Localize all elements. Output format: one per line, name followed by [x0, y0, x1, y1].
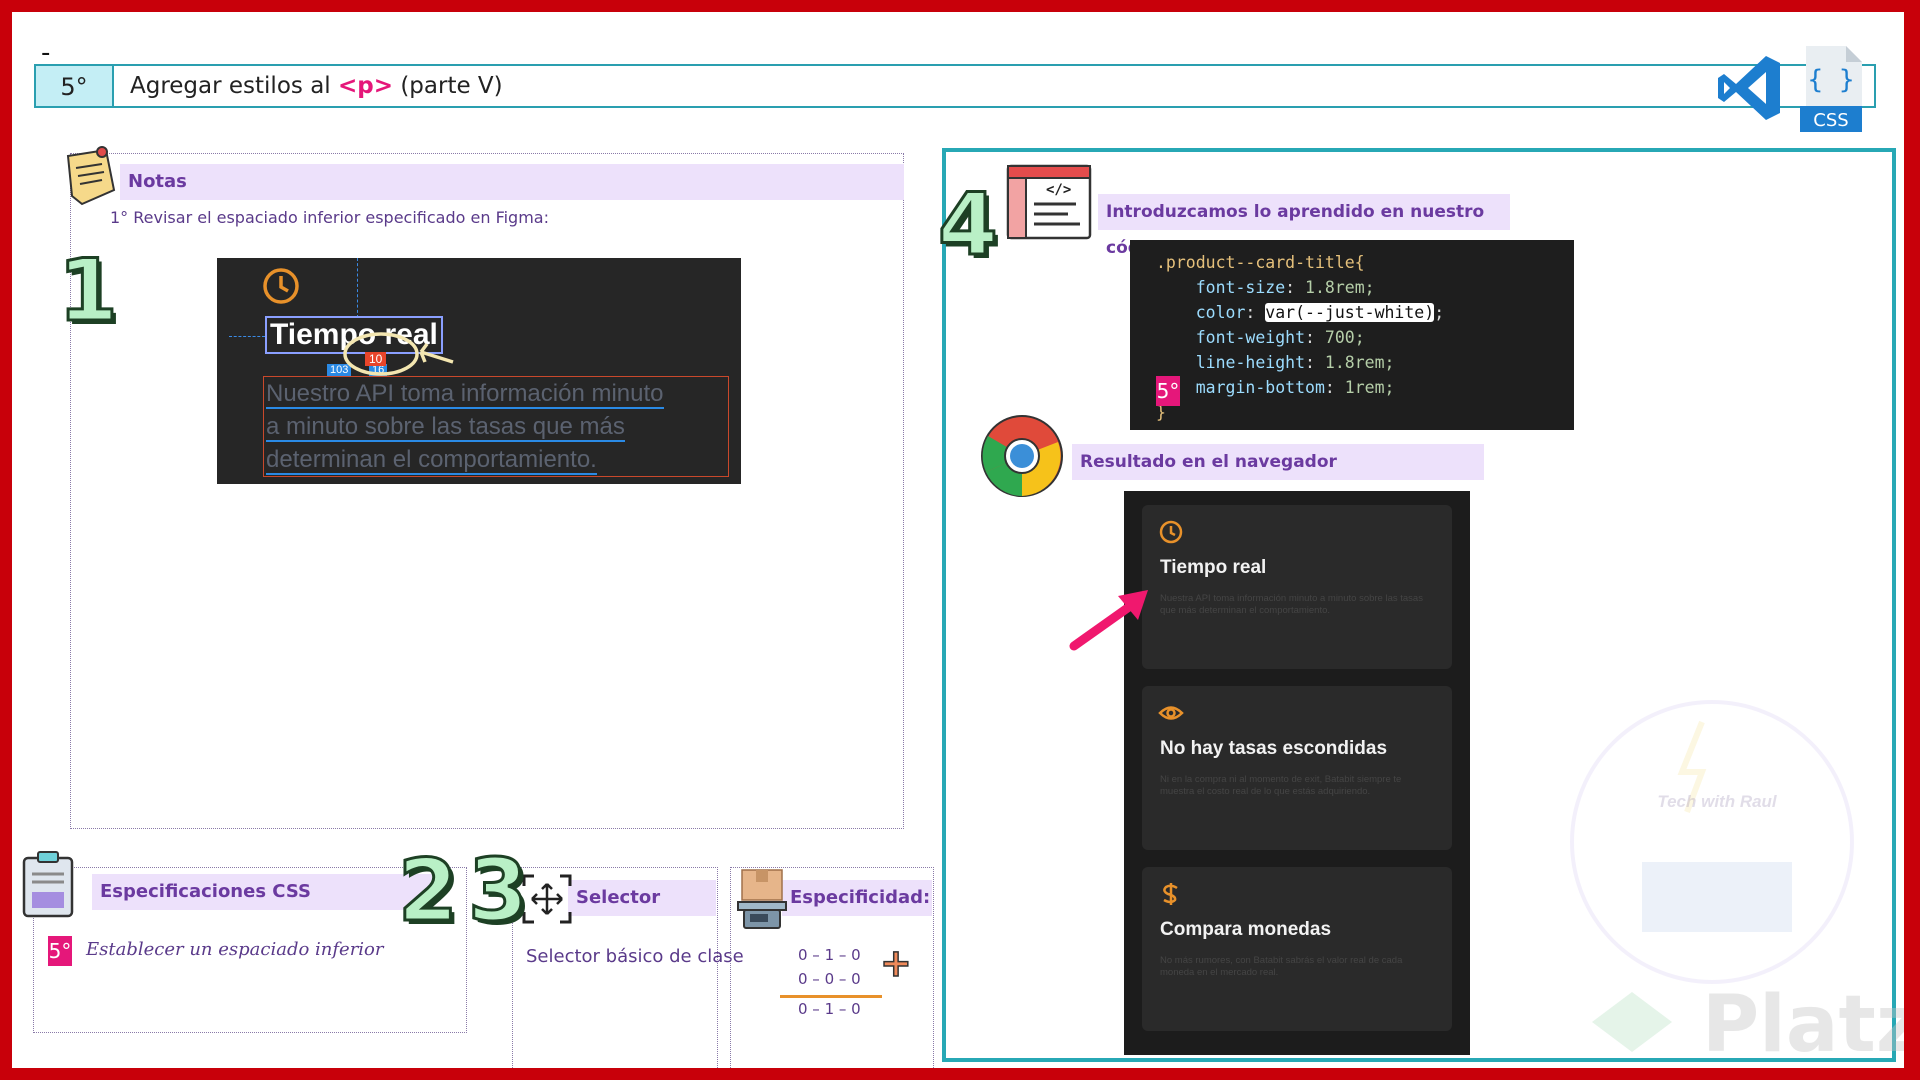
feature-card-title: No hay tasas escondidas [1160, 738, 1388, 759]
feature-card: Tiempo real Nuestra API toma información… [1142, 505, 1452, 669]
figma-guide-line-h [229, 336, 265, 337]
feature-card: Compara monedas No más rumores, con Bata… [1142, 867, 1452, 1031]
figma-paragraph-line1: Nuestro API toma información minuto [266, 380, 664, 409]
code-val-font-weight: 700; [1314, 328, 1365, 347]
dollar-icon [1163, 883, 1178, 905]
code-prop-color: color [1195, 303, 1246, 322]
figma-paragraph-line3: determinan el comportamiento. [266, 446, 597, 475]
figma-guide-line [357, 258, 358, 318]
title-tag: <p> [338, 73, 394, 99]
platzi-brand: Platzi [1702, 980, 1904, 1068]
specificity-row2: 0 – 0 – 0 [798, 970, 861, 988]
figma-paragraph: Nuestro API toma información minuto a mi… [263, 376, 729, 477]
title-prefix: Agregar estilos al [130, 73, 338, 99]
pointer-arrow [1069, 590, 1148, 651]
notes-item-1: 1° Revisar el espaciado inferior especif… [110, 208, 549, 227]
browser-heading: Resultado en el navegador [1072, 444, 1484, 480]
selector-move-icon [522, 874, 572, 924]
code-editor: .product--card-title{ font-size: 1.8rem;… [1130, 240, 1574, 430]
feature-card-desc: Nuestra API toma información minuto a mi… [1160, 593, 1423, 616]
page-title: Agregar estilos al <p> (parte V) [130, 73, 503, 99]
figma-screenshot: Tiempo real 103 16 10 Nuestro API toma i… [217, 258, 741, 484]
plus-sign: + [879, 941, 912, 985]
code-prop-line-height: line-height [1195, 353, 1306, 372]
feature-card: No hay tasas escondidas Ni en la compra … [1142, 686, 1452, 850]
slide: - 5° Agregar estilos al <p> (parte V) { … [12, 12, 1904, 1068]
code-val-font-size: 1.8rem; [1295, 278, 1375, 297]
code-val-margin-bottom: 1rem; [1334, 378, 1395, 397]
css-specs-heading: Especificaciones CSS [92, 874, 432, 910]
code-semicolon: ; [1434, 303, 1445, 322]
title-bar: 5° Agregar estilos al <p> (parte V) [34, 64, 1876, 108]
title-suffix: (parte V) [393, 73, 503, 99]
step-badge-1: 1 [57, 241, 120, 341]
clock-icon [263, 268, 299, 304]
code-val-color: var(--just-white) [1265, 303, 1435, 322]
step-badge-2: 2 [397, 841, 460, 941]
css-label: CSS [1813, 110, 1849, 131]
notes-heading: Notas [120, 164, 904, 200]
clock-icon [1159, 520, 1183, 544]
feature-card-title: Tiempo real [1160, 557, 1267, 578]
selector-text: Selector básico de clase [526, 946, 744, 967]
step-number: 5° [36, 66, 114, 106]
specificity-result: 0 – 1 – 0 [798, 1000, 861, 1018]
feature-card-desc: No más rumores, con Batabit sabrás el va… [1160, 955, 1403, 978]
code-selector: .product--card-title{ [1156, 253, 1365, 272]
step-badge-4: 4 [937, 175, 1000, 275]
eye-icon [1158, 706, 1184, 720]
scale-icon [737, 869, 787, 929]
code-val-line-height: 1.8rem; [1314, 353, 1395, 372]
watermark-mascot: Tech with Raul [1657, 792, 1777, 811]
vscode-icon [1718, 56, 1780, 120]
clipboard-icon [22, 851, 74, 918]
sticky-note-icon [66, 146, 116, 206]
code-prop-font-weight: font-weight [1195, 328, 1306, 347]
code-prop-margin-bottom: margin-bottom [1195, 378, 1325, 397]
feature-card-desc: Ni en la compra ni al momento de exit, B… [1160, 774, 1402, 797]
figma-paragraph-line2: a minuto sobre las tasas que más [266, 413, 625, 442]
svg-text:</>: </> [1046, 182, 1071, 198]
feature-card-title: Compara monedas [1160, 919, 1332, 940]
specs-item: Establecer un espaciado inferior [86, 939, 384, 960]
browser-result: Tiempo real Nuestra API toma información… [1124, 491, 1470, 1055]
chrome-icon [981, 415, 1063, 497]
code-heading: Introduzcamos lo aprendido en nuestro có… [1098, 194, 1510, 258]
specs-badge-5: 5° [48, 936, 72, 966]
notes-panel [70, 153, 904, 829]
code-badge-5: 5° [1156, 376, 1180, 406]
svg-text:{ }: { } [1808, 65, 1855, 95]
specificity-row1: 0 – 1 – 0 [798, 946, 861, 964]
specificity-divider [780, 995, 882, 998]
code-prop-font-size: font-size [1195, 278, 1286, 297]
specificity-heading: Especificidad: [782, 880, 932, 916]
step-badge-3: 3 [467, 841, 530, 941]
selector-heading: Selector [568, 880, 716, 916]
code-window-icon: </> [1006, 164, 1092, 240]
